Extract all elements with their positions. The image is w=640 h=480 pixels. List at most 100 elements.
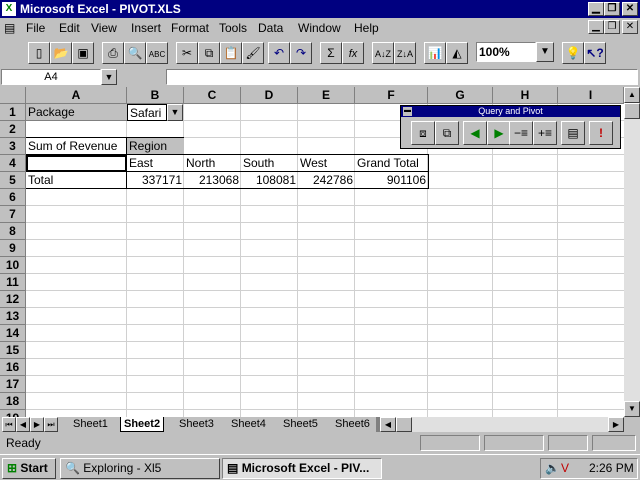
menu-window[interactable]: Window [298, 21, 341, 35]
row-header-9[interactable]: 9 [0, 240, 26, 257]
scroll-up-button[interactable]: ▲ [624, 87, 640, 103]
vertical-scrollbar[interactable]: ▲ ▼ [624, 87, 640, 417]
row-header-8[interactable]: 8 [0, 223, 26, 240]
total-east[interactable]: 337171 [127, 172, 184, 189]
group-button[interactable]: ▶ [487, 121, 511, 145]
undo-button[interactable]: ↶ [268, 42, 290, 64]
doc-minimize-button[interactable]: ▁ [588, 20, 604, 34]
print-preview-button[interactable]: 🔍 [124, 42, 146, 64]
sheet-tab-2[interactable]: Sheet2 [120, 417, 165, 432]
data-field-label[interactable]: Sum of Revenue [26, 138, 127, 155]
autosum-button[interactable]: Σ [320, 42, 342, 64]
scroll-thumb[interactable] [624, 103, 640, 119]
chart-wizard-button[interactable]: 📊 [424, 42, 446, 64]
row-header-1[interactable]: 1 [0, 104, 26, 121]
row-header-2[interactable]: 2 [0, 121, 26, 138]
column-header-b[interactable]: B [127, 87, 184, 104]
active-cell-a4[interactable] [26, 155, 127, 172]
show-pages-button[interactable]: ▤ [561, 121, 585, 145]
query-pivot-toolbar[interactable]: Query and Pivot ▬ ⧈ ⧉ ◀ ▶ −≡ +≡ ▤ ! [400, 105, 621, 149]
row-header-17[interactable]: 17 [0, 376, 26, 393]
sheet-tab-5[interactable]: Sheet5 [280, 417, 321, 432]
refresh-data-button[interactable]: ! [589, 121, 613, 145]
prev-sheet-button[interactable]: ◀ [16, 417, 30, 432]
sheet-tab-1[interactable]: Sheet1 [70, 417, 111, 432]
pivot-wizard-button[interactable]: ⧈ [411, 121, 435, 145]
menu-help[interactable]: Help [354, 21, 379, 35]
column-header-c[interactable]: C [184, 87, 241, 104]
minimize-button[interactable]: ▁ [588, 2, 604, 16]
row-header-15[interactable]: 15 [0, 342, 26, 359]
hide-detail-button[interactable]: −≡ [509, 121, 533, 145]
drawing-button[interactable]: ◭ [446, 42, 468, 64]
total-south[interactable]: 108081 [241, 172, 298, 189]
function-wizard-button[interactable]: fx [342, 42, 364, 64]
zoom-control[interactable]: 100% [476, 42, 536, 62]
horizontal-scrollbar[interactable]: ◀ ▶ [380, 417, 624, 432]
column-header-f[interactable]: F [355, 87, 428, 104]
toolbar-close-box[interactable]: ▬ [403, 107, 412, 116]
row-header-18[interactable]: 18 [0, 393, 26, 410]
header-south[interactable]: South [241, 155, 298, 172]
header-north[interactable]: North [184, 155, 241, 172]
print-button[interactable]: ⎙ [102, 42, 124, 64]
column-header-h[interactable]: H [493, 87, 558, 104]
copy-button[interactable]: ⧉ [198, 42, 220, 64]
row-header-19[interactable]: 19 [0, 410, 26, 417]
doc-restore-button[interactable]: ❐ [604, 20, 620, 34]
zoom-dropdown-button[interactable]: ▼ [536, 42, 554, 62]
total-grand[interactable]: 901106 [355, 172, 428, 189]
close-button[interactable]: ✕ [622, 2, 638, 16]
scroll-down-button[interactable]: ▼ [624, 401, 640, 417]
row-header-7[interactable]: 7 [0, 206, 26, 223]
excel-app-icon[interactable]: X [2, 2, 16, 16]
name-box[interactable]: A4 [1, 69, 101, 85]
column-header-d[interactable]: D [241, 87, 298, 104]
restore-button[interactable]: ❐ [604, 2, 620, 16]
spelling-button[interactable]: ABC [146, 42, 168, 64]
sheet-tab-3[interactable]: Sheet3 [176, 417, 217, 432]
pivot-field-button[interactable]: ⧉ [435, 121, 459, 145]
row-header-12[interactable]: 12 [0, 291, 26, 308]
sort-descending-button[interactable]: Z↓A [394, 42, 416, 64]
column-header-g[interactable]: G [428, 87, 493, 104]
save-button[interactable]: ▣ [72, 42, 94, 64]
formula-input[interactable] [166, 69, 638, 85]
column-header-i[interactable]: I [558, 87, 624, 104]
row-header-16[interactable]: 16 [0, 359, 26, 376]
antivirus-icon[interactable]: V [561, 459, 569, 478]
row-header-5[interactable]: 5 [0, 172, 26, 189]
taskbar-item-explorer[interactable]: 🔍 Exploring - Xl5 [60, 458, 220, 479]
column-field-label[interactable]: Region [127, 138, 184, 155]
first-sheet-button[interactable]: ⏮ [2, 417, 16, 432]
volume-icon[interactable]: 🔈 [545, 459, 560, 478]
sheet-tab-6[interactable]: Sheet6 [332, 417, 373, 432]
redo-button[interactable]: ↷ [290, 42, 312, 64]
menu-insert[interactable]: Insert [131, 21, 161, 35]
sheet-tab-4[interactable]: Sheet4 [228, 417, 269, 432]
title-bar[interactable]: X Microsoft Excel - PIVOT.XLS ▁ ❐ ✕ [0, 0, 640, 18]
name-box-dropdown[interactable]: ▼ [101, 69, 117, 85]
menu-format[interactable]: Format [171, 21, 209, 35]
open-button[interactable]: 📂 [50, 42, 72, 64]
last-sheet-button[interactable]: ⏭ [44, 417, 58, 432]
row-header-13[interactable]: 13 [0, 308, 26, 325]
total-west[interactable]: 242786 [298, 172, 355, 189]
menu-data[interactable]: Data [258, 21, 283, 35]
ungroup-button[interactable]: ◀ [463, 121, 487, 145]
show-detail-button[interactable]: +≡ [533, 121, 557, 145]
menu-tools[interactable]: Tools [219, 21, 247, 35]
header-west[interactable]: West [298, 155, 355, 172]
total-label[interactable]: Total [26, 172, 127, 189]
select-all-corner[interactable] [0, 87, 26, 104]
header-grand-total[interactable]: Grand Total [355, 155, 428, 172]
menu-view[interactable]: View [91, 21, 117, 35]
document-control-icon[interactable]: ▤ [4, 21, 15, 35]
cut-button[interactable]: ✂ [176, 42, 198, 64]
next-sheet-button[interactable]: ▶ [30, 417, 44, 432]
menu-file[interactable]: File [26, 21, 45, 35]
clock[interactable]: 2:26 PM [589, 459, 634, 478]
column-header-e[interactable]: E [298, 87, 355, 104]
menu-edit[interactable]: Edit [59, 21, 80, 35]
total-north[interactable]: 213068 [184, 172, 241, 189]
